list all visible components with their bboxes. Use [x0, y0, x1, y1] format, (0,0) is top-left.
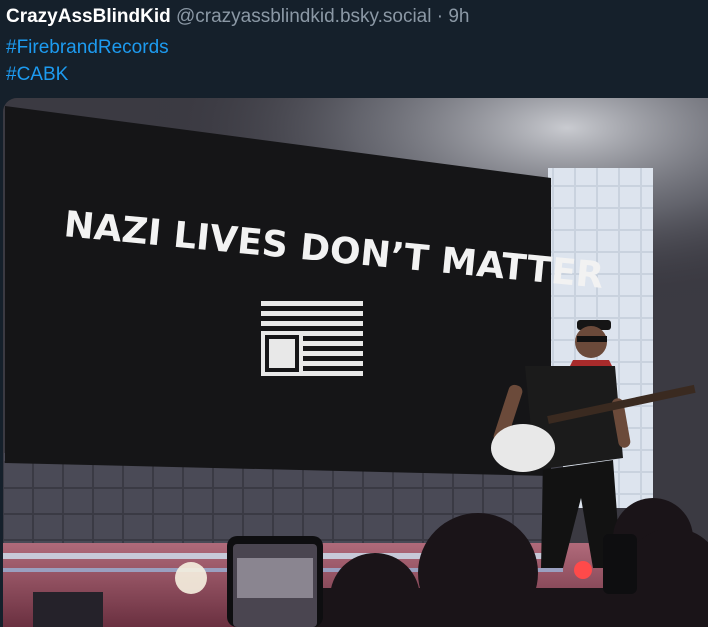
- author-handle[interactable]: @crazyassblindkid.bsky.social: [176, 6, 431, 27]
- post-header: CrazyAssBlindKid @crazyassblindkid.bsky.…: [6, 4, 470, 30]
- concert-photo: NAZI LIVES DON’T MATTER: [3, 98, 708, 627]
- hashtag-link-cabk[interactable]: #CABK: [6, 62, 68, 88]
- author-display-name[interactable]: CrazyAssBlindKid: [6, 6, 171, 27]
- hashtag-link-firebrandrecords[interactable]: #FirebrandRecords: [6, 35, 169, 61]
- post-timestamp[interactable]: 9h: [448, 6, 469, 27]
- post-media-image[interactable]: NAZI LIVES DON’T MATTER: [3, 98, 708, 627]
- guitar-body: [491, 424, 555, 472]
- separator-dot: ·: [436, 6, 444, 27]
- raised-phone: [227, 536, 323, 627]
